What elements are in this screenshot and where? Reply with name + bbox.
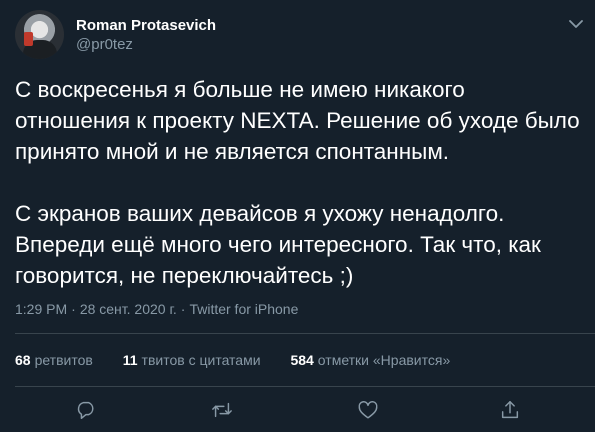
divider [15,333,595,334]
tweet-text: С воскресенья я больше не имею никакого … [15,74,585,291]
meta-separator: · [71,301,76,317]
retweets-count: 68 [15,352,31,368]
quotes-label: твитов с цитатами [141,352,261,368]
tweet-text-line: говорится, не переключайтесь ;) [15,263,354,288]
retweets-label: ретвитов [34,352,93,368]
tweet-meta: 1:29 PM · 28 сент. 2020 г. · Twitter for iPh… [15,301,298,317]
tweet-actions [0,394,595,426]
tweet-text-line: С воскресенья я больше не имею никакого [15,77,465,102]
tweet-text-line: отношения к проекту NEXTA. Решение об ух… [15,108,580,133]
quotes-count: 11 [122,352,138,368]
author-handle[interactable]: @pr0tez [76,36,133,53]
tweet-date[interactable]: 28 сент. 2020 г. [80,301,177,317]
heart-icon[interactable] [352,394,384,426]
retweet-icon[interactable] [206,394,238,426]
author-name[interactable]: Roman Protasevich [76,17,216,34]
avatar-phone [24,32,33,46]
tweet-source[interactable]: Twitter for iPhone [189,301,298,317]
tweet: Roman Protasevich @pr0tez С воскресенья … [0,0,595,432]
retweets-stat[interactable]: 68 ретвитов [15,352,93,368]
likes-label: отметки «Нравится» [317,352,451,368]
share-icon[interactable] [494,394,526,426]
divider [15,386,595,387]
tweet-text-line: С экранов ваших девайсов я ухожу ненадол… [15,201,505,226]
quotes-stat[interactable]: 11 твитов с цитатами [123,352,261,368]
reply-icon[interactable] [70,394,102,426]
tweet-text-line: Впереди ещё много чего интересного. Так … [15,232,541,257]
likes-stat[interactable]: 584 отметки «Нравится» [290,352,450,368]
chevron-down-icon[interactable] [565,13,587,35]
meta-separator: · [180,301,186,317]
tweet-text-line: принято мной и не является спонтанным. [15,139,450,164]
tweet-stats: 68 ретвитов 11 твитов с цитатами 584 отметк… [15,352,476,368]
tweet-time[interactable]: 1:29 PM [15,301,67,317]
avatar[interactable] [15,10,64,59]
likes-count: 584 [290,352,314,368]
